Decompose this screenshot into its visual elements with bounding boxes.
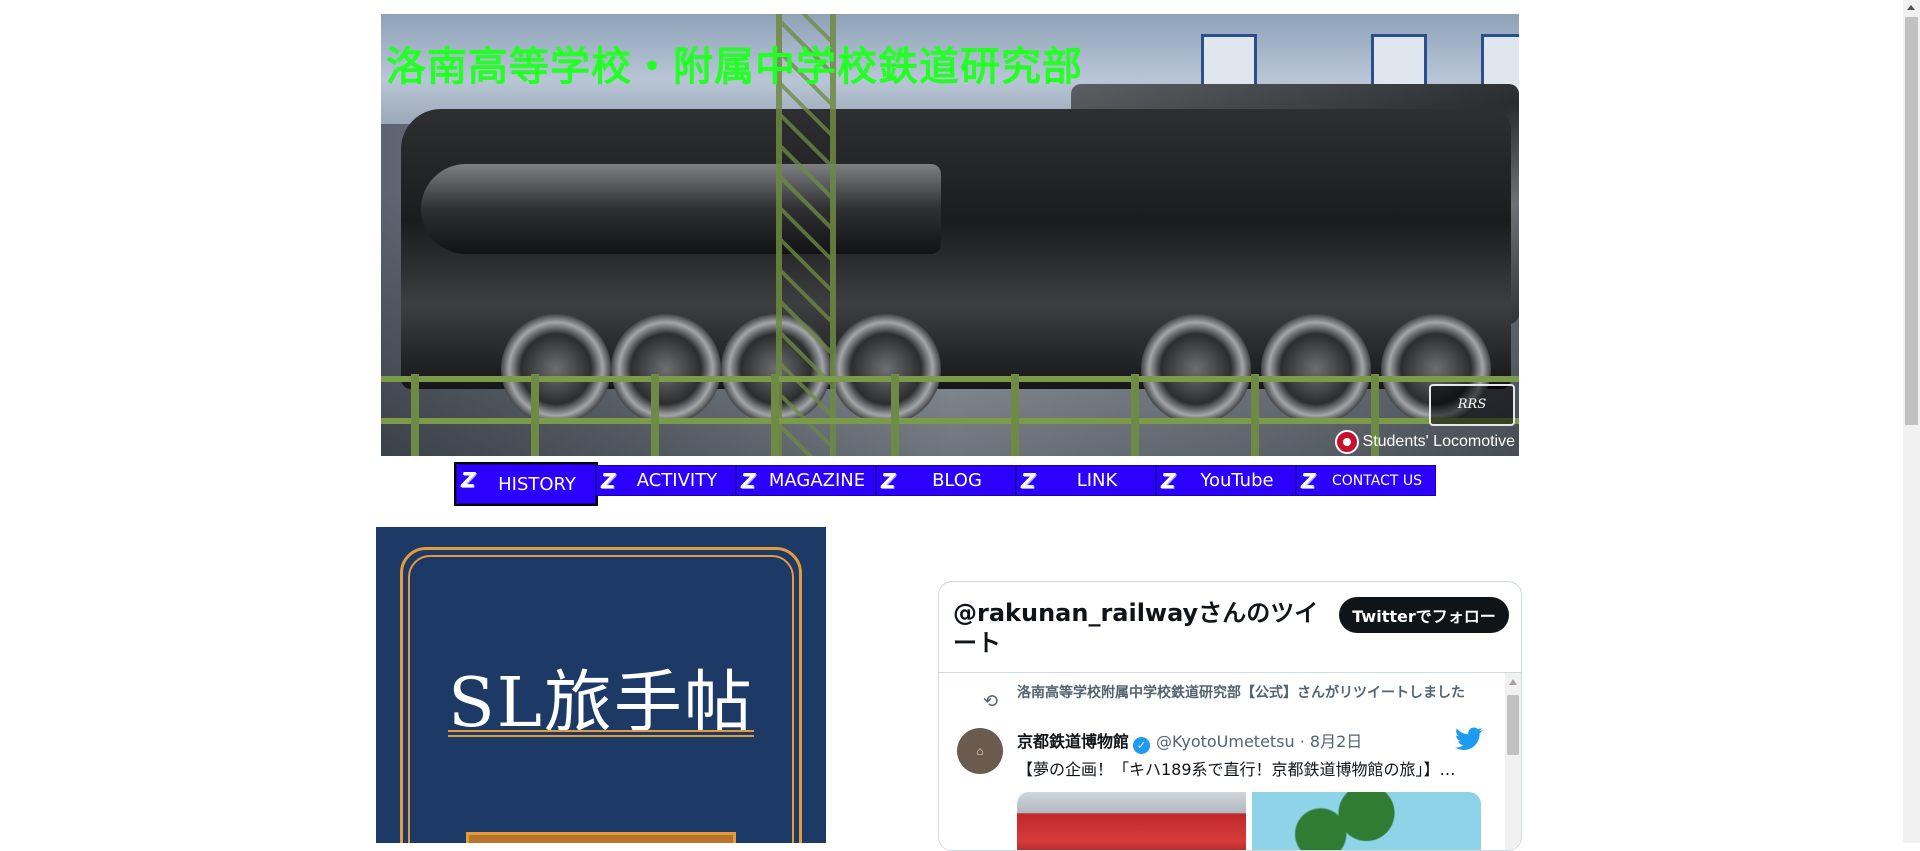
tweet-text[interactable]: 【夢の企画！「キハ189系で直行！京都鉄道博物館の旅」】… bbox=[1017, 756, 1487, 780]
railing-top bbox=[381, 376, 1519, 382]
rrs-logo: RRS bbox=[1429, 384, 1515, 426]
badge-label: Students' Locomotive bbox=[1362, 433, 1515, 450]
scrollbar-thumb[interactable] bbox=[1905, 17, 1918, 425]
retweet-icon: ⟲ bbox=[983, 691, 999, 712]
widget-scrollbar[interactable] bbox=[1505, 673, 1521, 850]
locomotive-wheel bbox=[1261, 314, 1371, 424]
tweet-author[interactable]: 京都鉄道博物館 ✓ @KyotoUmetetsu · 8月2日 bbox=[1017, 728, 1362, 754]
locomotive-wheel bbox=[1141, 314, 1251, 424]
z-logo-icon: Z bbox=[741, 469, 756, 493]
page-scrollbar[interactable] bbox=[1903, 0, 1920, 843]
locomotive-wheel bbox=[611, 314, 721, 424]
railing-post bbox=[771, 374, 779, 456]
twitter-timeline-widget: @rakunan_railwayさんのツイート Twitterでフォロー ⟲ 洛… bbox=[938, 581, 1522, 851]
nav-label: LINK bbox=[1076, 470, 1118, 491]
z-logo-icon: Z bbox=[601, 469, 616, 493]
nav-label: BLOG bbox=[932, 470, 982, 491]
nav-link[interactable]: Z LINK bbox=[1016, 465, 1156, 496]
z-logo-icon: Z bbox=[1301, 469, 1316, 493]
scroll-up-icon[interactable] bbox=[1509, 679, 1517, 685]
nav-activity[interactable]: Z ACTIVITY bbox=[596, 465, 736, 496]
nav-label: ACTIVITY bbox=[636, 470, 718, 491]
flower-emblem-icon bbox=[1334, 430, 1359, 454]
nav-magazine[interactable]: Z MAGAZINE bbox=[736, 465, 876, 496]
tweet-media-image[interactable] bbox=[1252, 792, 1481, 850]
nav-youtube[interactable]: Z YouTube bbox=[1156, 465, 1296, 496]
book-rule bbox=[448, 730, 754, 732]
locomotive-boiler bbox=[421, 164, 941, 254]
railing-post bbox=[1011, 374, 1019, 456]
railing-post bbox=[1251, 374, 1259, 456]
header-banner: 洛南高等学校・附属中学校鉄道研究部 RRS Students' Locomoti… bbox=[381, 14, 1519, 456]
nav-label: MAGAZINE bbox=[768, 470, 866, 491]
twitter-widget-header: @rakunan_railwayさんのツイート bbox=[953, 599, 1319, 657]
scrollbar-thumb[interactable] bbox=[1507, 695, 1519, 755]
tweet-media[interactable] bbox=[1017, 792, 1481, 850]
nav-label: CONTACT US bbox=[1332, 472, 1422, 489]
railing-bottom bbox=[381, 418, 1519, 424]
sl-travel-book-banner[interactable]: SL旅手帖 bbox=[376, 527, 826, 843]
main-nav: Z HISTORY Z ACTIVITY Z MAGAZINE Z BLOG Z… bbox=[454, 462, 1436, 506]
locomotive-wheel bbox=[501, 314, 611, 424]
nav-label: YouTube bbox=[1200, 470, 1274, 491]
nav-label: HISTORY bbox=[498, 473, 576, 495]
site-title: 洛南高等学校・附属中学校鉄道研究部 bbox=[386, 44, 1083, 90]
twitter-follow-button[interactable]: Twitterでフォロー bbox=[1339, 597, 1509, 633]
verified-icon: ✓ bbox=[1133, 737, 1151, 754]
nav-contact-us[interactable]: Z CONTACT US bbox=[1296, 465, 1436, 496]
students-locomotive-badge: Students' Locomotive bbox=[1334, 430, 1515, 454]
avatar[interactable]: ⌂ bbox=[957, 728, 1003, 774]
tweet-media-image[interactable] bbox=[1017, 792, 1246, 850]
tweet-author-name[interactable]: 京都鉄道博物館 bbox=[1017, 732, 1129, 751]
book-rule bbox=[448, 735, 754, 737]
book-plate bbox=[466, 832, 736, 843]
twitter-bird-icon[interactable] bbox=[1455, 727, 1483, 751]
nav-history[interactable]: Z HISTORY bbox=[454, 462, 598, 506]
z-logo-icon: Z bbox=[881, 469, 896, 493]
railing-post bbox=[411, 374, 419, 456]
nav-blog[interactable]: Z BLOG bbox=[876, 465, 1016, 496]
railing-post bbox=[1131, 374, 1139, 456]
tweet-author-handle[interactable]: @KyotoUmetetsu · 8月2日 bbox=[1156, 732, 1362, 751]
railing-post bbox=[651, 374, 659, 456]
z-logo-icon: Z bbox=[1161, 469, 1176, 493]
railing-post bbox=[531, 374, 539, 456]
z-logo-icon: Z bbox=[461, 468, 476, 492]
divider bbox=[939, 672, 1521, 673]
locomotive-wheel bbox=[831, 314, 941, 424]
z-logo-icon: Z bbox=[1021, 469, 1036, 493]
scroll-up-icon[interactable] bbox=[1907, 5, 1915, 10]
railing-post bbox=[891, 374, 899, 456]
retweet-notice: 洛南高等学校附属中学校鉄道研究部【公式】さんがリツイートしました bbox=[1017, 685, 1465, 701]
